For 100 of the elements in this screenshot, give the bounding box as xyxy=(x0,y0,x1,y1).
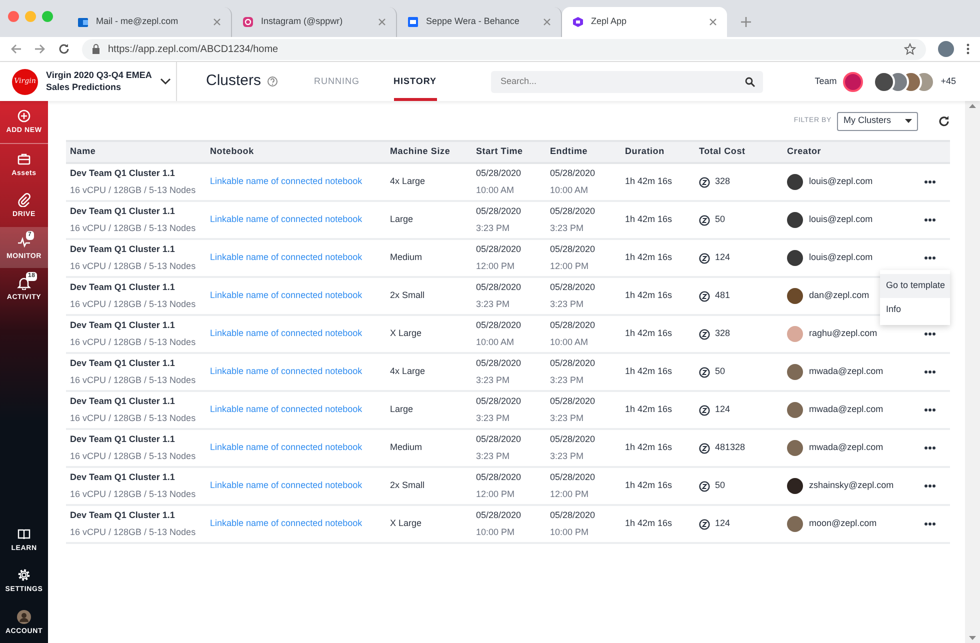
cost-value: 124 xyxy=(715,251,730,264)
team-count[interactable]: +45 xyxy=(940,74,956,88)
cell-text: 05/28/2020 xyxy=(476,281,522,294)
cell-text: 05/28/2020 xyxy=(550,433,596,446)
cell-text: 16 vCPU / 128GB / 5-13 Nodes xyxy=(70,336,197,348)
cell-text: Dev Team Q1 Cluster 1.1 xyxy=(70,319,176,332)
cell-text: 3:23 PM xyxy=(476,450,511,462)
cell-text: 05/28/2020 xyxy=(476,243,522,256)
cell-text: 16 vCPU / 128GB / 5-13 Nodes xyxy=(70,184,197,196)
table-cell: 1h 42m 16s xyxy=(621,353,695,391)
cell-text: 05/28/2020 xyxy=(476,205,522,218)
cell-text: 05/28/2020 xyxy=(476,167,522,180)
cost-value: 50 xyxy=(715,479,726,492)
table-cell: 1h 42m 16s xyxy=(621,467,695,505)
column-header: Machine Size xyxy=(386,141,472,163)
cell-text: 16 vCPU / 128GB / 5-13 Nodes xyxy=(70,412,197,424)
cell-text: Dev Team Q1 Cluster 1.1 xyxy=(70,509,176,522)
cell-text: 3:23 PM xyxy=(550,450,585,462)
table-cell: 1h 42m 16s xyxy=(621,505,695,543)
cell-text: 10:00 AM xyxy=(476,184,516,196)
table-cell: 1h 42m 16s xyxy=(621,429,695,467)
cell-text: 16 vCPU / 128GB / 5-13 Nodes xyxy=(70,260,197,272)
cell-text: Dev Team Q1 Cluster 1.1 xyxy=(70,471,176,484)
cell-text: 05/28/2020 xyxy=(476,471,522,484)
cell-text: 05/28/2020 xyxy=(550,509,596,522)
cell-text: 12:00 PM xyxy=(550,488,590,500)
cell-text: 16 vCPU / 128GB / 5-13 Nodes xyxy=(70,298,197,310)
cell-text: 12:00 PM xyxy=(476,260,516,272)
cell-text: Dev Team Q1 Cluster 1.1 xyxy=(70,357,176,370)
creator-email: louis@zepl.com xyxy=(809,175,873,188)
cost-value: 481328 xyxy=(715,441,746,454)
cell-text: 05/28/2020 xyxy=(476,433,522,446)
cell-text: 16 vCPU / 128GB / 5-13 Nodes xyxy=(70,488,197,500)
column-header: Total Cost xyxy=(695,141,783,163)
cost-value: 50 xyxy=(715,213,726,226)
cost-value: 124 xyxy=(715,403,730,416)
table-cell: 1h 42m 16s xyxy=(621,201,695,239)
cost-value: 50 xyxy=(715,365,726,378)
cell-text: 3:23 PM xyxy=(476,374,511,386)
cell-text: 16 vCPU / 128GB / 5-13 Nodes xyxy=(70,526,197,538)
creator-email: mwada@zepl.com xyxy=(809,441,884,454)
cell-text: Dev Team Q1 Cluster 1.1 xyxy=(70,433,176,446)
cell-text: 05/28/2020 xyxy=(550,167,596,180)
table-cell: 1h 42m 16s xyxy=(621,391,695,429)
creator-email: louis@zepl.com xyxy=(809,213,873,226)
cell-text: 16 vCPU / 128GB / 5-13 Nodes xyxy=(70,450,197,462)
browser-tab[interactable]: Zepl App xyxy=(562,7,727,37)
cost-value: 328 xyxy=(715,327,730,340)
cell-text: 3:23 PM xyxy=(550,222,585,234)
column-header: Creator xyxy=(783,141,920,163)
tab[interactable]: HISTORY xyxy=(394,62,437,101)
creator-email: mwada@zepl.com xyxy=(809,365,884,378)
cell-text: Dev Team Q1 Cluster 1.1 xyxy=(70,395,176,408)
table-cell: 4x Large xyxy=(386,353,472,391)
cell-text: Dev Team Q1 Cluster 1.1 xyxy=(70,167,176,180)
cell-text: Dev Team Q1 Cluster 1.1 xyxy=(70,243,176,256)
address-bar[interactable]: https://app.zepl.com/ABCD1234/home xyxy=(82,38,926,60)
cell-text: 10:00 AM xyxy=(550,336,590,348)
cell-text: 3:23 PM xyxy=(476,298,511,310)
search-bar[interactable]: Search... xyxy=(490,70,763,92)
cell-text: 10:00 PM xyxy=(550,526,590,538)
cell-text: 16 vCPU / 128GB / 5-13 Nodes xyxy=(70,374,197,386)
column-header: Endtime xyxy=(546,141,621,163)
creator-email: raghu@zepl.com xyxy=(809,327,878,340)
cell-text: 05/28/2020 xyxy=(550,243,596,256)
project-name[interactable]: Virgin 2020 Q3-Q4 EMEA Sales Predictions xyxy=(46,70,152,93)
cell-text: 12:00 PM xyxy=(550,260,590,272)
cell-text: 10:00 PM xyxy=(476,526,516,538)
table-cell: Medium xyxy=(386,429,472,467)
creator-email: mwada@zepl.com xyxy=(809,403,884,416)
cost-value: 124 xyxy=(715,517,730,530)
table-cell: 2x Small xyxy=(386,467,472,505)
filter-dropdown[interactable]: My Clusters xyxy=(837,112,918,130)
table-cell: 4x Large xyxy=(386,163,472,201)
cell-text: 05/28/2020 xyxy=(476,357,522,370)
cell-text: 05/28/2020 xyxy=(476,509,522,522)
cell-text: 3:23 PM xyxy=(476,222,511,234)
cell-text: Dev Team Q1 Cluster 1.1 xyxy=(70,205,176,218)
table-cell: X Large xyxy=(386,505,472,543)
creator-email: moon@zepl.com xyxy=(809,517,877,530)
creator-email: zshainsky@zepl.com xyxy=(809,479,894,492)
cell-text: 12:00 PM xyxy=(476,488,516,500)
cell-text: 16 vCPU / 128GB / 5-13 Nodes xyxy=(70,222,197,234)
table-cell: 2x Small xyxy=(386,277,472,315)
cell-text: 3:23 PM xyxy=(550,412,585,424)
table-cell: 1h 42m 16s xyxy=(621,315,695,353)
menu-item[interactable]: Go to template xyxy=(880,274,950,298)
cell-text: 10:00 AM xyxy=(476,336,516,348)
search-field[interactable]: Search... xyxy=(498,74,745,90)
cost-value: 328 xyxy=(715,175,730,188)
table-cell: Medium xyxy=(386,239,472,277)
column-header: Notebook xyxy=(206,141,386,163)
table-cell: X Large xyxy=(386,315,472,353)
cell-text: 05/28/2020 xyxy=(550,319,596,332)
cell-text: 3:23 PM xyxy=(550,298,585,310)
cell-text: 05/28/2020 xyxy=(550,281,596,294)
table-cell: 1h 42m 16s xyxy=(621,163,695,201)
menu-item[interactable]: Info xyxy=(880,298,950,321)
cost-value: 481 xyxy=(715,289,730,302)
team-label: Team xyxy=(814,74,837,88)
